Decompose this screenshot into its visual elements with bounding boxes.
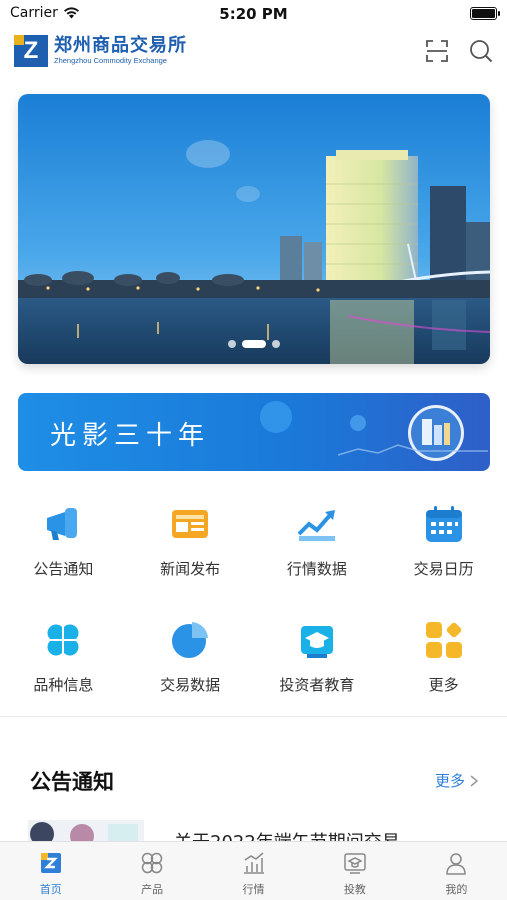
pie-chart-icon bbox=[172, 622, 209, 658]
market-icon bbox=[243, 852, 264, 874]
trend-chart-icon bbox=[297, 510, 335, 541]
tab-market[interactable]: 行情 bbox=[203, 842, 304, 900]
logo-letter: Z bbox=[23, 37, 39, 64]
banner-carousel[interactable] bbox=[18, 94, 490, 364]
grid-label: 新闻发布 bbox=[160, 560, 221, 578]
carousel-indicator[interactable] bbox=[18, 340, 490, 348]
logo-mark-icon: Z bbox=[14, 35, 48, 67]
logo-english-name: Zhengzhou Commodity Exchange bbox=[54, 56, 167, 65]
tab-label: 投教 bbox=[343, 883, 366, 896]
grid-item-investor-education[interactable]: 投资者教育 bbox=[254, 606, 381, 722]
announcements-more-link[interactable]: 更多 bbox=[435, 770, 479, 791]
tab-home[interactable]: 首页 bbox=[0, 842, 101, 900]
tab-profile[interactable]: 我的 bbox=[406, 842, 507, 900]
banner-cityscape-image bbox=[18, 94, 490, 364]
grid-item-more[interactable]: 更多 bbox=[380, 606, 507, 722]
grid-label: 更多 bbox=[428, 676, 459, 694]
more-label: 更多 bbox=[434, 772, 465, 790]
grid-label: 公告通知 bbox=[33, 560, 94, 578]
grid-label: 交易数据 bbox=[160, 676, 221, 694]
carousel-dot[interactable] bbox=[228, 340, 236, 348]
carousel-dot-active[interactable] bbox=[242, 340, 266, 348]
status-time: 5:20 PM bbox=[219, 5, 288, 23]
grid-label: 投资者教育 bbox=[279, 676, 355, 694]
battery-icon bbox=[470, 7, 500, 20]
education-icon bbox=[344, 853, 366, 874]
tab-label: 我的 bbox=[445, 883, 468, 896]
grid-item-market-data[interactable]: 行情数据 bbox=[254, 490, 381, 606]
graduation-cap-icon bbox=[300, 626, 333, 658]
exchange-logo[interactable]: Z 郑州商品交易所 Zhengzhou Commodity Exchange bbox=[14, 35, 187, 67]
tab-label: 产品 bbox=[141, 883, 164, 896]
tab-education[interactable]: 投教 bbox=[304, 842, 405, 900]
search-icon[interactable] bbox=[468, 38, 494, 64]
grid-item-news[interactable]: 新闻发布 bbox=[127, 490, 254, 606]
bottom-tab-bar: 首页 产品 行情 投教 我的 bbox=[0, 841, 507, 900]
app-header: Z 郑州商品交易所 Zhengzhou Commodity Exchange bbox=[0, 28, 507, 76]
status-bar: Carrier 5:20 PM bbox=[0, 0, 507, 28]
grid-label: 品种信息 bbox=[33, 676, 94, 694]
carousel-dot[interactable] bbox=[272, 340, 280, 348]
grid-item-calendar[interactable]: 交易日历 bbox=[380, 490, 507, 606]
more-apps-icon bbox=[425, 622, 462, 658]
grid-label: 行情数据 bbox=[286, 560, 347, 578]
grid-label: 交易日历 bbox=[413, 560, 474, 578]
grid-item-product-info[interactable]: 品种信息 bbox=[0, 606, 127, 722]
four-petal-icon bbox=[47, 624, 79, 656]
announcements-section-title: 公告通知 bbox=[30, 770, 114, 794]
calendar-icon bbox=[425, 506, 462, 542]
promo-title: 光影三十年 bbox=[50, 421, 211, 451]
megaphone-icon bbox=[47, 508, 78, 540]
home-icon bbox=[40, 853, 61, 873]
profile-icon bbox=[446, 853, 467, 875]
grid-item-trade-data[interactable]: 交易数据 bbox=[127, 606, 254, 722]
products-icon bbox=[141, 852, 163, 874]
tab-label: 行情 bbox=[242, 883, 265, 896]
promo-banner[interactable]: 光影三十年 bbox=[18, 393, 490, 471]
chevron-right-icon bbox=[470, 774, 479, 787]
tab-label: 首页 bbox=[39, 883, 62, 896]
newspaper-icon bbox=[172, 510, 209, 538]
tab-products[interactable]: 产品 bbox=[101, 842, 202, 900]
logo-chinese-name: 郑州商品交易所 bbox=[54, 35, 187, 56]
scan-icon[interactable] bbox=[424, 38, 450, 64]
grid-item-announcements[interactable]: 公告通知 bbox=[0, 490, 127, 606]
function-grid: 公告通知 新闻发布 行情数据 交易日历 品种信息 交易数据 投资者教育 更多 bbox=[0, 490, 507, 722]
section-divider bbox=[0, 716, 507, 717]
